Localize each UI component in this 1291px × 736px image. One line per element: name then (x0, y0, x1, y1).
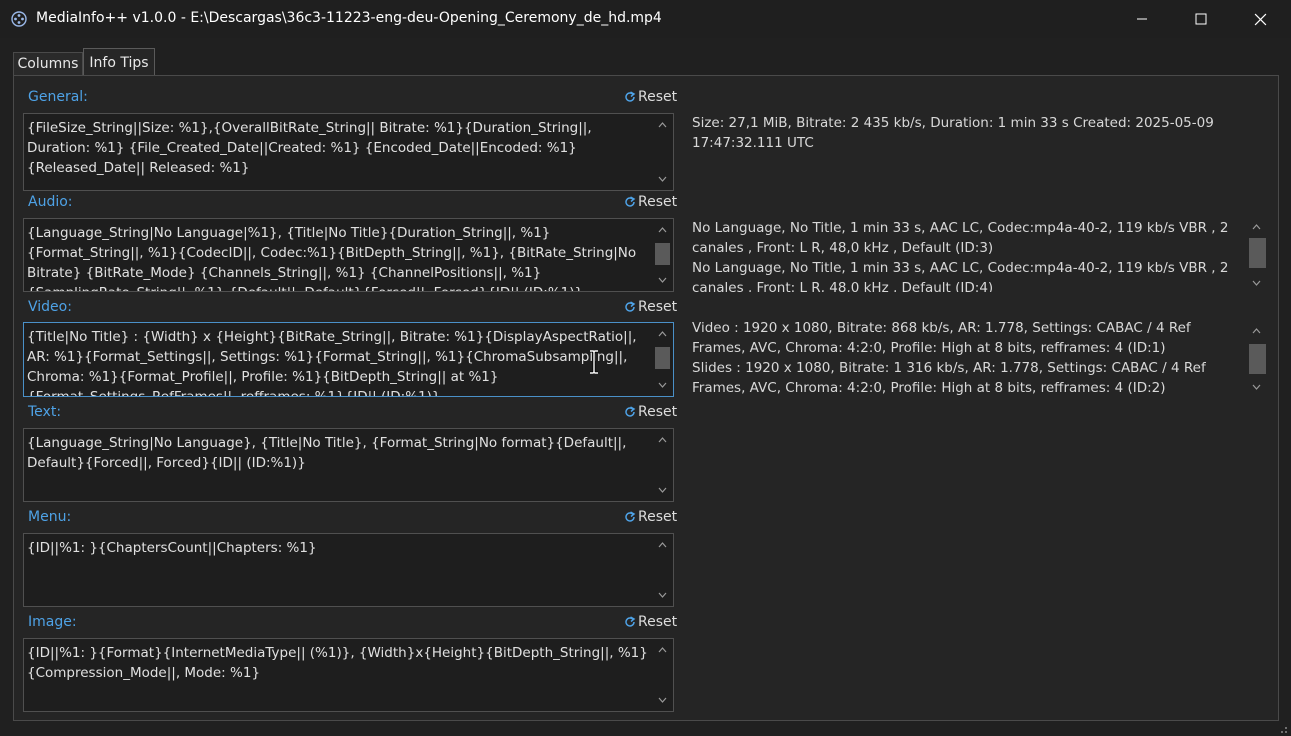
reset-icon (625, 511, 636, 522)
audio-scrollbar[interactable] (654, 221, 671, 289)
scroll-thumb[interactable] (655, 243, 670, 265)
reset-label: Reset (638, 614, 678, 630)
tab-columns[interactable]: Columns (13, 52, 83, 75)
video-preview-scrollbar[interactable] (1248, 322, 1267, 396)
scroll-up-icon[interactable] (654, 118, 671, 132)
app-film-reel-icon (11, 11, 27, 27)
audio-reset-button[interactable]: Reset (624, 194, 677, 210)
text-label: Text: (28, 404, 62, 420)
audio-preview-scrollbar[interactable] (1248, 218, 1267, 292)
scroll-down-icon[interactable] (1248, 380, 1265, 394)
video-template-text: {Title|No Title} : {Width} x {Height}{Bi… (27, 329, 637, 397)
text-reset-button[interactable]: Reset (624, 404, 677, 420)
image-scrollbar[interactable] (654, 641, 671, 709)
window-title: MediaInfo++ v1.0.0 - E:\Descargas\36c3-1… (36, 10, 662, 26)
general-preview: Size: 27,1 MiB, Bitrate: 2 435 kb/s, Dur… (692, 115, 1214, 151)
title-bar[interactable]: MediaInfo++ v1.0.0 - E:\Descargas\36c3-1… (0, 0, 1291, 38)
reset-icon (625, 196, 636, 207)
reset-label: Reset (638, 89, 678, 105)
image-template-field[interactable]: {ID||%1: }{Format}{InternetMediaType|| (… (23, 638, 674, 712)
general-label: General: (28, 89, 88, 105)
video-scrollbar[interactable] (654, 325, 671, 394)
reset-icon (625, 301, 636, 312)
scroll-down-icon[interactable] (654, 693, 671, 707)
general-template-text: {FileSize_String||Size: %1},{OverallBitR… (27, 120, 592, 176)
scroll-up-icon[interactable] (654, 327, 671, 341)
audio-label: Audio: (28, 194, 73, 210)
image-label: Image: (28, 614, 77, 630)
tab-info-tips[interactable]: Info Tips (83, 48, 155, 76)
menu-template-field[interactable]: {ID||%1: }{ChaptersCount||Chapters: %1} (23, 533, 674, 607)
general-scrollbar[interactable] (654, 116, 671, 188)
scroll-thumb[interactable] (655, 347, 670, 369)
close-icon (1254, 13, 1266, 25)
minimize-button[interactable] (1113, 0, 1171, 38)
scroll-down-icon[interactable] (654, 172, 671, 186)
minimize-icon (1137, 18, 1147, 20)
scroll-thumb[interactable] (1249, 238, 1266, 268)
general-reset-button[interactable]: Reset (624, 89, 677, 105)
video-label: Video: (28, 299, 72, 315)
scroll-down-icon[interactable] (654, 378, 671, 392)
reset-label: Reset (638, 194, 678, 210)
audio-template-text: {Language_String|No Language|%1}, {Title… (27, 225, 637, 291)
video-template-field[interactable]: {Title|No Title} : {Width} x {Height}{Bi… (23, 322, 674, 397)
maximize-button[interactable] (1172, 0, 1230, 38)
scroll-up-icon[interactable] (1248, 324, 1265, 338)
scroll-down-icon[interactable] (654, 588, 671, 602)
reset-icon (625, 91, 636, 102)
image-template-text: {ID||%1: }{Format}{InternetMediaType|| (… (27, 645, 648, 681)
menu-label: Menu: (28, 509, 72, 525)
close-button[interactable] (1231, 0, 1289, 38)
reset-icon (625, 616, 636, 627)
text-template-field[interactable]: {Language_String|No Language}, {Title|No… (23, 428, 674, 502)
menu-reset-button[interactable]: Reset (624, 509, 677, 525)
video-preview: Video : 1920 x 1080, Bitrate: 868 kb/s, … (692, 320, 1206, 396)
scroll-down-icon[interactable] (654, 273, 671, 287)
audio-template-field[interactable]: {Language_String|No Language|%1}, {Title… (23, 218, 674, 292)
reset-icon (625, 406, 636, 417)
scroll-up-icon[interactable] (1248, 220, 1265, 234)
text-scrollbar[interactable] (654, 431, 671, 499)
scroll-up-icon[interactable] (654, 538, 671, 552)
status-bar (0, 722, 1291, 736)
scroll-down-icon[interactable] (1248, 276, 1265, 290)
resize-grip-icon[interactable] (1276, 722, 1288, 734)
video-reset-button[interactable]: Reset (624, 299, 677, 315)
scroll-down-icon[interactable] (654, 483, 671, 497)
maximize-icon (1195, 13, 1207, 25)
menu-template-text: {ID||%1: }{ChaptersCount||Chapters: %1} (27, 540, 317, 556)
text-template-text: {Language_String|No Language}, {Title|No… (27, 435, 627, 471)
reset-label: Reset (638, 299, 678, 315)
reset-label: Reset (638, 509, 678, 525)
audio-preview: No Language, No Title, 1 min 33 s, AAC L… (692, 220, 1229, 292)
menu-scrollbar[interactable] (654, 536, 671, 604)
image-reset-button[interactable]: Reset (624, 614, 677, 630)
general-template-field[interactable]: {FileSize_String||Size: %1},{OverallBitR… (23, 113, 674, 191)
scroll-thumb[interactable] (1249, 344, 1266, 374)
scroll-up-icon[interactable] (654, 223, 671, 237)
text-cursor-icon (590, 350, 598, 374)
reset-label: Reset (638, 404, 678, 420)
scroll-up-icon[interactable] (654, 643, 671, 657)
scroll-up-icon[interactable] (654, 433, 671, 447)
